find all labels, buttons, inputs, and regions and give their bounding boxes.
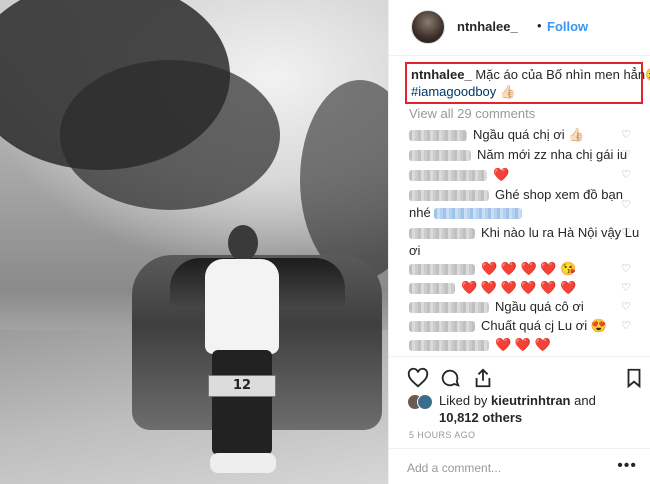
post-timestamp: 5 HOURS AGO: [409, 430, 476, 440]
share-icon[interactable]: [472, 367, 494, 389]
comment-text: ❤️: [493, 167, 510, 182]
comment-like-heart-icon[interactable]: ♡: [621, 169, 633, 181]
photo-tree: [60, 60, 280, 210]
comment-text: ơi: [409, 243, 421, 258]
comment-item: Năm mới zz nha chị gái iu ♡: [409, 146, 641, 164]
comment-username-blurred[interactable]: [409, 264, 475, 276]
comment-item: ❤️ ❤️ ❤️: [409, 336, 641, 354]
add-comment-bar: Add a comment... •••: [389, 448, 650, 484]
comment-text: ❤️ ❤️ ❤️ ❤️ ❤️ ❤️: [461, 280, 577, 295]
comment-username-blurred[interactable]: [409, 283, 455, 295]
comment-item-continued: ơi: [409, 242, 641, 260]
caption-username[interactable]: ntnhalee_: [411, 67, 472, 82]
comment-like-heart-icon[interactable]: ♡: [621, 263, 633, 275]
comment-text: Ngầu quá cô ơi: [495, 299, 584, 314]
photo-person: [200, 225, 280, 475]
comment-username-blurred[interactable]: [409, 170, 487, 182]
license-plate: 12: [208, 375, 276, 397]
comment-item-continued: nhé: [409, 204, 641, 222]
comment-item: ❤️ ♡: [409, 166, 641, 184]
bookmark-icon[interactable]: [623, 367, 645, 389]
comment-like-heart-icon[interactable]: ♡: [621, 320, 633, 332]
likes-middle: and: [570, 393, 596, 408]
post-photo[interactable]: 12: [0, 0, 388, 484]
comment-username-blurred[interactable]: [409, 130, 467, 142]
comment-text: ❤️ ❤️ ❤️: [495, 337, 551, 352]
add-comment-input[interactable]: Add a comment...: [407, 461, 501, 475]
post-header: ntnhalee_ • Follow: [389, 0, 650, 56]
comment-icon[interactable]: [439, 367, 461, 389]
comment-text: Khi nào lu ra Hà Nội vậy Lu: [481, 225, 640, 240]
liker-username[interactable]: kieutrinhtran: [491, 393, 570, 408]
likes-others-link[interactable]: 10,812 others: [439, 410, 522, 425]
avatar[interactable]: [411, 10, 445, 44]
comment-text: Ghé shop xem đồ bạn: [495, 187, 623, 202]
comment-item: Ghé shop xem đồ bạn ♡: [409, 186, 641, 211]
comment-text: nhé: [409, 205, 431, 220]
comment-mention-blurred[interactable]: [434, 208, 523, 220]
header-username[interactable]: ntnhalee_: [457, 19, 518, 34]
comment-item: Chuất quá cj Lu ơi 😍 ♡: [409, 317, 641, 335]
header-separator: •: [537, 18, 542, 33]
comment-username-blurred[interactable]: [409, 302, 489, 314]
photo-person-pants: [212, 350, 272, 455]
photo-person-shoes: [210, 453, 276, 473]
comment-item: Ngầu quá cô ơi ♡: [409, 298, 641, 316]
comment-text: Chuất quá cj Lu ơi 😍: [481, 318, 607, 333]
comment-like-heart-icon[interactable]: ♡: [621, 149, 633, 161]
comment-username-blurred[interactable]: [409, 150, 471, 162]
comment-username-blurred[interactable]: [409, 321, 475, 333]
heart-icon[interactable]: [407, 367, 429, 389]
comment-username-blurred[interactable]: [409, 340, 489, 352]
follow-button[interactable]: Follow: [547, 19, 588, 34]
likes-prefix: Liked by: [439, 393, 492, 408]
view-all-comments-link[interactable]: View all 29 comments: [409, 106, 535, 121]
post-side-panel: ntnhalee_ • Follow ntnhalee_ Mặc áo của …: [388, 0, 650, 484]
comment-username-blurred[interactable]: [409, 228, 475, 240]
photo-person-head: [228, 225, 258, 261]
caption-text: Mặc áo của Bố nhìn men hẳn🤪: [475, 67, 650, 82]
comment-username-blurred[interactable]: [409, 190, 489, 202]
comment-item: Khi nào lu ra Hà Nội vậy Lu ♡: [409, 224, 641, 242]
comment-text: Năm mới zz nha chị gái iu: [477, 147, 628, 162]
comment-text: ❤️ ❤️ ❤️ ❤️ 😘: [481, 261, 577, 276]
caption: ntnhalee_ Mặc áo của Bố nhìn men hẳn🤪: [411, 67, 650, 83]
comment-like-heart-icon[interactable]: ♡: [621, 301, 633, 313]
likes-summary: Liked by kieutrinhtran and 10,812 others: [407, 392, 647, 426]
comment-item: Ngầu quá chị ơi 👍🏻 ♡: [409, 126, 641, 144]
likes-text: Liked by kieutrinhtran and 10,812 others: [439, 392, 596, 426]
caption-hashtag-emoji: 👍🏻: [499, 84, 517, 99]
comment-item: ❤️ ❤️ ❤️ ❤️ ❤️ ❤️ ♡: [409, 279, 641, 297]
comment-like-heart-icon[interactable]: ♡: [621, 129, 633, 141]
comment-like-heart-icon[interactable]: ♡: [621, 227, 633, 239]
photo-person-shirt: [205, 259, 279, 354]
comment-item: ❤️ ❤️ ❤️ ❤️ 😘 ♡: [409, 260, 641, 278]
liker-avatar[interactable]: [417, 394, 433, 410]
comment-like-heart-icon[interactable]: ♡: [621, 282, 633, 294]
caption-hashtag[interactable]: #iamagoodboy: [411, 84, 496, 99]
comments-list: Ngầu quá chị ơi 👍🏻 ♡ Năm mới zz nha chị …: [389, 124, 650, 356]
caption-hashtag-line: #iamagoodboy 👍🏻: [411, 84, 516, 100]
post-actions-bar: [389, 356, 650, 396]
comment-text: Ngầu quá chị ơi 👍🏻: [473, 127, 585, 142]
more-options-icon[interactable]: •••: [617, 457, 637, 475]
